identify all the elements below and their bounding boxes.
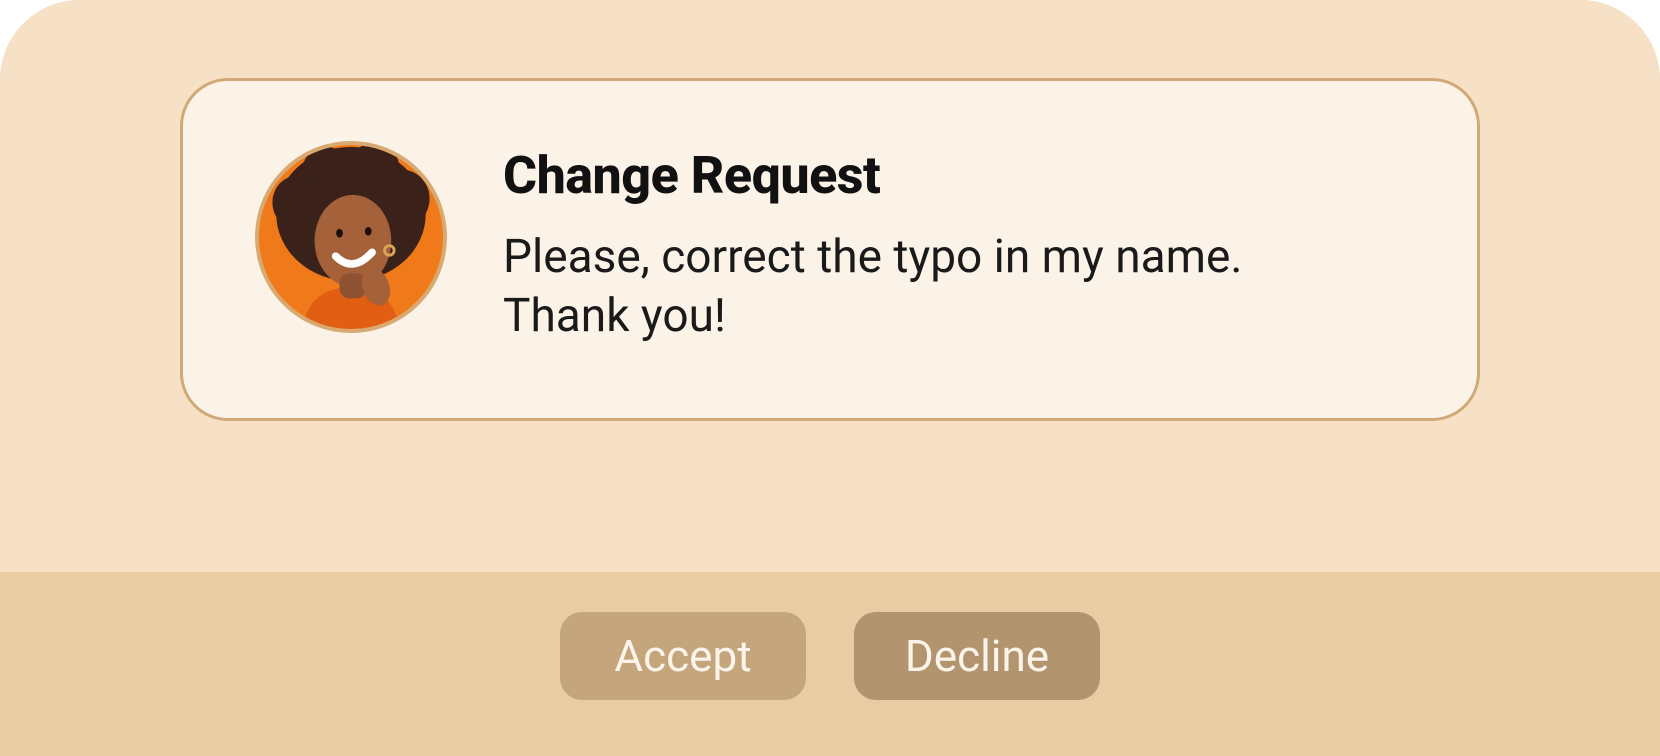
decline-button[interactable]: Decline (854, 612, 1100, 700)
action-bar: Accept Decline (0, 572, 1660, 756)
panel-body: Change Request Please, correct the typo … (0, 0, 1660, 572)
request-panel: Change Request Please, correct the typo … (0, 0, 1660, 756)
avatar-container (255, 141, 447, 333)
change-request-card: Change Request Please, correct the typo … (180, 78, 1480, 421)
card-title: Change Request (503, 145, 1405, 206)
accept-button[interactable]: Accept (560, 612, 806, 700)
user-avatar-icon (255, 141, 447, 333)
card-body: Change Request Please, correct the typo … (503, 141, 1405, 346)
card-message: Please, correct the typo in my name. Tha… (503, 228, 1263, 346)
